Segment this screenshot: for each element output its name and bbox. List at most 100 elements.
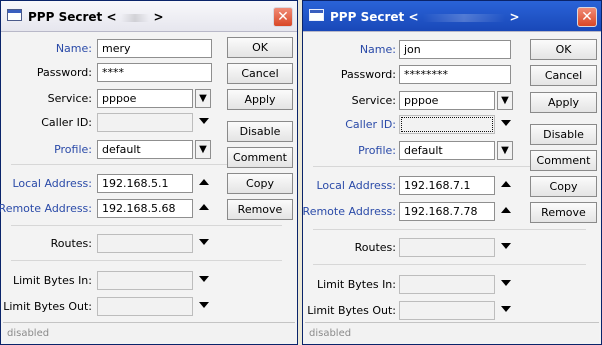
window-icon — [7, 9, 22, 21]
ppp-secret-window-jon: PPP Secret < > ✕ Name: jon Password: ****… — [302, 0, 602, 345]
window-body: Name: mery Password: **** Service: pppoe… — [0, 32, 295, 343]
local-address-collapse-icon[interactable] — [501, 181, 511, 187]
separator — [11, 225, 282, 226]
cancel-button[interactable]: Cancel — [530, 65, 597, 86]
profile-dropdown-arrow[interactable]: ▼ — [195, 140, 211, 159]
apply-button[interactable]: Apply — [227, 89, 293, 110]
profile-dropdown-arrow[interactable]: ▼ — [497, 141, 513, 160]
disable-button[interactable]: Disable — [530, 124, 597, 145]
routes-label: Routes: — [354, 241, 396, 254]
limit-bytes-out-chevron-down-icon[interactable] — [199, 302, 209, 308]
profile-select[interactable]: default — [399, 141, 495, 160]
caller-id-chevron-down-icon[interactable] — [199, 118, 209, 124]
routes-label: Routes: — [50, 237, 92, 250]
cancel-button[interactable]: Cancel — [227, 63, 293, 84]
local-address-field[interactable]: 192.168.5.1 — [97, 174, 193, 193]
close-button[interactable]: ✕ — [577, 7, 597, 27]
routes-row: Routes: — [305, 237, 599, 257]
limit-bytes-in-label: Limit Bytes In: — [12, 274, 92, 287]
limit-bytes-out-field[interactable] — [97, 297, 193, 316]
name-field[interactable]: jon — [399, 40, 511, 59]
remote-address-label: Remote Address: — [0, 202, 92, 215]
close-button[interactable]: ✕ — [273, 7, 293, 27]
window-body: Name: jon Password: ******** Service: pp… — [302, 32, 599, 343]
remote-address-collapse-icon[interactable] — [199, 204, 209, 210]
limit-bytes-in-row: Limit Bytes In: — [305, 274, 599, 294]
title-bar[interactable]: PPP Secret < > ✕ — [303, 1, 601, 32]
limit-bytes-out-label: Limit Bytes Out: — [3, 300, 92, 313]
remote-address-field[interactable]: 192.168.7.78 — [399, 202, 495, 221]
limit-bytes-out-chevron-down-icon[interactable] — [501, 306, 511, 312]
title-open-bracket: < — [106, 10, 117, 24]
blurred-title-text — [120, 13, 149, 22]
service-dropdown-arrow[interactable]: ▼ — [195, 89, 211, 108]
remove-button[interactable]: Remove — [530, 202, 597, 223]
limit-bytes-in-chevron-down-icon[interactable] — [199, 276, 209, 282]
limit-bytes-out-field[interactable] — [399, 301, 495, 320]
disable-button[interactable]: Disable — [227, 121, 293, 142]
window-title: PPP Secret < > — [330, 10, 520, 24]
profile-label: Profile: — [358, 144, 396, 157]
caller-id-label: Caller ID: — [345, 118, 396, 131]
limit-bytes-out-row: Limit Bytes Out: — [3, 296, 295, 316]
separator — [313, 229, 586, 230]
limit-bytes-in-field[interactable] — [97, 271, 193, 290]
local-address-label: Local Address: — [316, 179, 396, 192]
limit-bytes-in-label: Limit Bytes In: — [316, 278, 396, 291]
password-label: Password: — [36, 66, 92, 79]
apply-button[interactable]: Apply — [530, 92, 597, 113]
service-dropdown-arrow[interactable]: ▼ — [497, 91, 513, 110]
service-label: Service: — [351, 94, 396, 107]
local-address-field[interactable]: 192.168.7.1 — [399, 176, 495, 195]
limit-bytes-in-row: Limit Bytes In: — [3, 270, 295, 290]
status-bar: disabled — [3, 322, 295, 343]
profile-select[interactable]: default — [97, 140, 193, 159]
service-select[interactable]: pppoe — [399, 91, 495, 110]
caller-id-field[interactable] — [97, 113, 193, 132]
separator — [313, 264, 586, 265]
profile-label: Profile: — [54, 143, 92, 156]
limit-bytes-in-field[interactable] — [399, 275, 495, 294]
window-title: PPP Secret < > — [28, 10, 164, 24]
status-text: disabled — [309, 328, 352, 339]
caller-id-chevron-down-icon[interactable] — [501, 120, 511, 126]
caller-id-label: Caller ID: — [41, 116, 92, 129]
ok-button[interactable]: OK — [227, 37, 293, 58]
routes-field[interactable] — [399, 238, 495, 257]
remote-address-field[interactable]: 192.168.5.68 — [97, 199, 193, 218]
limit-bytes-out-row: Limit Bytes Out: — [305, 300, 599, 320]
blurred-title-text — [422, 13, 505, 22]
ok-button[interactable]: OK — [530, 39, 597, 60]
title-open-bracket: < — [408, 10, 419, 24]
remote-address-collapse-icon[interactable] — [501, 207, 511, 213]
copy-button[interactable]: Copy — [227, 173, 293, 194]
remove-button[interactable]: Remove — [227, 199, 293, 220]
copy-button[interactable]: Copy — [530, 176, 597, 197]
routes-field[interactable] — [97, 234, 193, 253]
password-field[interactable]: ******** — [399, 65, 511, 84]
routes-chevron-down-icon[interactable] — [199, 239, 209, 245]
name-label: Name: — [359, 43, 396, 56]
comment-button[interactable]: Comment — [227, 147, 293, 168]
comment-button[interactable]: Comment — [530, 150, 597, 171]
local-address-label: Local Address: — [12, 177, 92, 190]
title-close-bracket: > — [509, 10, 520, 24]
status-text: disabled — [7, 328, 50, 339]
status-bar: disabled — [305, 322, 599, 343]
title-close-bracket: > — [153, 10, 164, 24]
limit-bytes-out-label: Limit Bytes Out: — [307, 304, 396, 317]
name-field[interactable]: mery — [97, 39, 212, 58]
password-field[interactable]: **** — [97, 63, 212, 82]
limit-bytes-in-chevron-down-icon[interactable] — [501, 280, 511, 286]
service-label: Service: — [47, 92, 92, 105]
local-address-collapse-icon[interactable] — [199, 179, 209, 185]
caller-id-field[interactable] — [399, 115, 495, 134]
ppp-secret-window-mery: PPP Secret < > ✕ Name: mery Password: ***… — [0, 0, 298, 345]
remote-address-label: Remote Address: — [302, 205, 396, 218]
routes-chevron-down-icon[interactable] — [501, 243, 511, 249]
window-icon — [309, 9, 324, 21]
title-bar[interactable]: PPP Secret < > ✕ — [1, 1, 297, 32]
routes-row: Routes: — [3, 233, 295, 253]
service-select[interactable]: pppoe — [97, 89, 193, 108]
name-label: Name: — [55, 42, 92, 55]
